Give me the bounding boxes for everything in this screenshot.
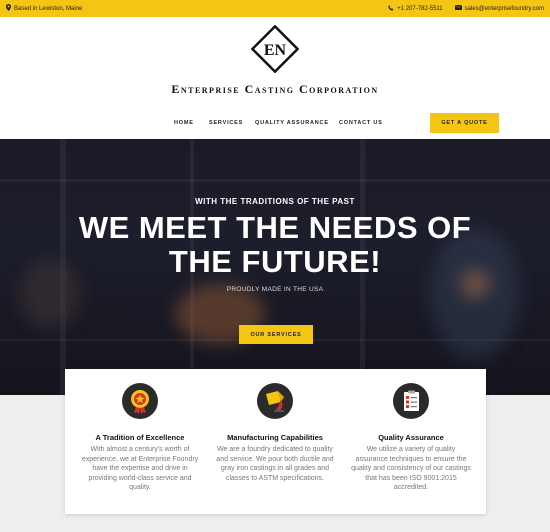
logo-letters: EN: [264, 42, 287, 59]
nav-services[interactable]: SERVICES: [209, 120, 243, 126]
envelope-icon: [454, 4, 462, 12]
hero-title: WE MEET THE NEEDS OF THE FUTURE!: [0, 211, 550, 279]
hero-tagline: PROUDLY MADE IN THE USA: [226, 286, 324, 293]
hero-subtitle: WITH THE TRADITIONS OF THE PAST: [195, 197, 355, 206]
nav-quality-assurance[interactable]: QUALITY ASSURANCE: [255, 120, 329, 126]
phone-link[interactable]: +1 207-782-5511: [388, 4, 443, 13]
location-text: Based in Lewiston, Maine: [14, 5, 83, 12]
features-card: A Tradition of Excellence With almost a …: [65, 369, 486, 514]
molten-pour-icon: [257, 383, 293, 419]
feature-text: With almost a century's worth of experie…: [81, 446, 199, 491]
feature-title: Manufacturing Capabilities: [227, 433, 323, 442]
feature-title: A Tradition of Excellence: [95, 433, 185, 442]
get-a-quote-button[interactable]: GET A QUOTE: [430, 113, 499, 133]
award-medal-icon: [122, 383, 158, 419]
hero-title-line-2: THE FUTURE!: [168, 244, 382, 279]
checklist-icon: [393, 383, 429, 419]
our-services-button[interactable]: OUR SERVICES: [239, 325, 313, 344]
site-header: EN Enterprise Casting Corporation: [0, 17, 550, 109]
top-info-bar: Based in Lewiston, Maine +1 207-782-5511…: [0, 0, 550, 17]
company-logo[interactable]: EN: [250, 24, 300, 74]
feature-title: Quality Assurance: [378, 433, 444, 442]
email-link[interactable]: sales@enterprisefoundry.com: [454, 4, 544, 12]
hero-title-line-1: WE MEET THE NEEDS OF: [78, 210, 472, 245]
feature-text: We are a foundry dedicated to quality an…: [216, 446, 334, 482]
phone-icon: [388, 4, 394, 13]
hero-banner: WITH THE TRADITIONS OF THE PAST WE MEET …: [0, 139, 550, 395]
email-text: sales@enterprisefoundry.com: [464, 5, 544, 12]
background-rail: [0, 179, 550, 182]
feature-excellence: A Tradition of Excellence With almost a …: [70, 369, 210, 514]
phone-text: +1 207-782-5511: [397, 5, 443, 12]
location-info: Based in Lewiston, Maine: [6, 4, 82, 13]
nav-contact-us[interactable]: CONTACT US: [339, 120, 383, 126]
map-pin-icon: [6, 4, 11, 13]
brand-name: Enterprise Casting Corporation: [171, 82, 379, 96]
feature-manufacturing: Manufacturing Capabilities We are a foun…: [205, 369, 345, 514]
feature-text: We utilize a variety of quality assuranc…: [351, 446, 471, 491]
feature-quality: Quality Assurance We utilize a variety o…: [341, 369, 481, 514]
nav-home[interactable]: HOME: [174, 120, 194, 126]
